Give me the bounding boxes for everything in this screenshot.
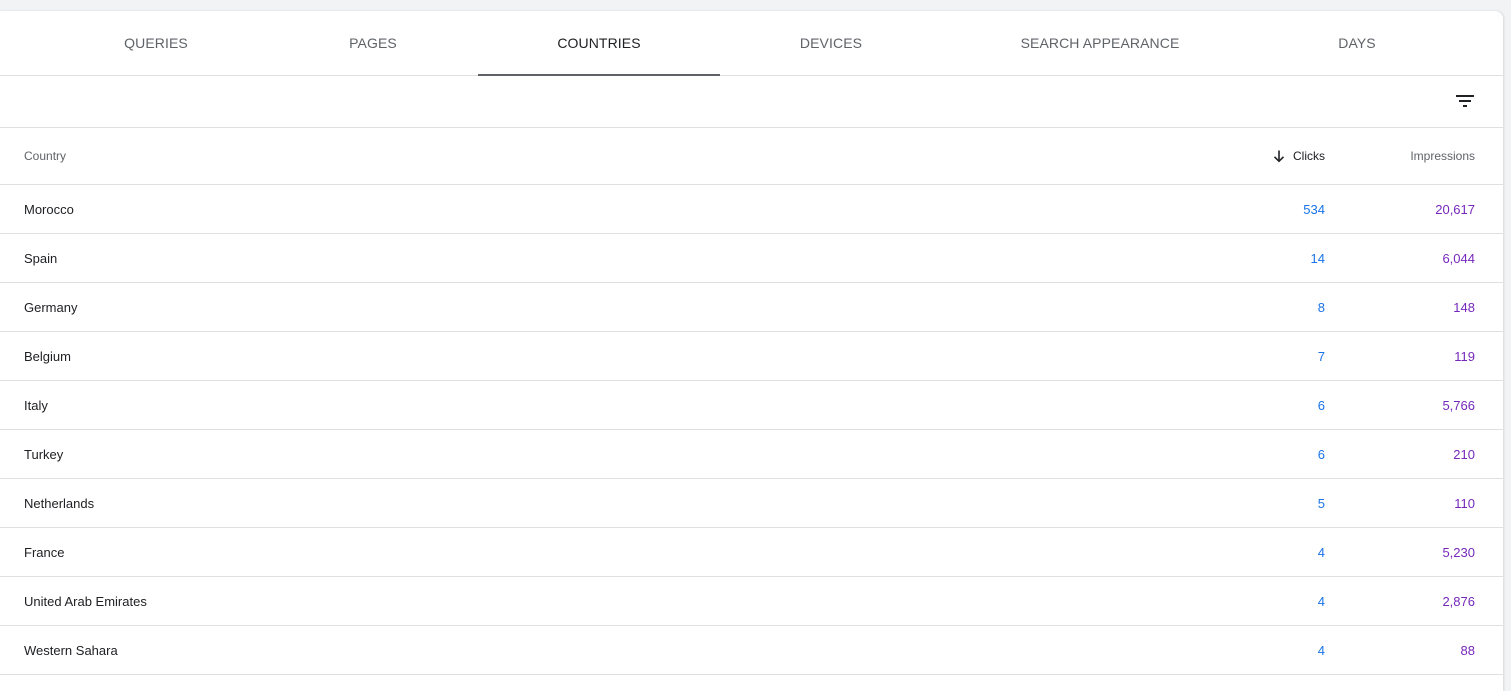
clicks-cell: 14 (1310, 250, 1325, 266)
clicks-cell: 4 (1317, 593, 1325, 609)
table-row[interactable]: France 4 5,230 (0, 528, 1503, 577)
country-cell: Belgium (24, 348, 71, 364)
table-row[interactable]: United Arab Emirates 4 2,876 (0, 577, 1503, 626)
country-cell: Spain (24, 250, 58, 266)
table-row[interactable]: Netherlands 5 110 (0, 479, 1503, 528)
dimension-tabs: QUERIES PAGES COUNTRIES DEVICES SEARCH A… (0, 11, 1503, 76)
country-cell: Italy (24, 397, 48, 413)
table-row[interactable]: Morocco 534 20,617 (0, 185, 1503, 234)
impressions-cell: 119 (1454, 348, 1475, 364)
table-row[interactable]: Belgium 7 119 (0, 332, 1503, 381)
impressions-cell: 210 (1453, 446, 1475, 462)
country-cell: Western Sahara (24, 642, 118, 658)
impressions-cell: 148 (1453, 299, 1475, 315)
impressions-cell: 110 (1454, 495, 1475, 511)
clicks-cell: 5 (1317, 495, 1325, 511)
country-cell: Morocco (24, 201, 74, 217)
clicks-cell: 7 (1317, 348, 1325, 364)
table-header: Country Clicks Impressions (0, 128, 1503, 185)
impressions-cell: 6,044 (1442, 250, 1475, 266)
filter-icon[interactable] (1453, 89, 1477, 113)
table-toolbar (0, 76, 1503, 128)
table-row[interactable]: Italy 6 5,766 (0, 381, 1503, 430)
impressions-cell: 88 (1460, 642, 1475, 658)
impressions-cell: 20,617 (1435, 201, 1475, 217)
tab-days[interactable]: DAYS (1260, 11, 1454, 75)
impressions-cell: 2,876 (1442, 593, 1475, 609)
clicks-cell: 8 (1317, 299, 1325, 315)
impressions-cell: 5,230 (1442, 544, 1475, 560)
tab-pages[interactable]: PAGES (262, 11, 484, 75)
country-cell: Turkey (24, 446, 64, 462)
clicks-cell: 6 (1317, 446, 1325, 462)
tab-devices[interactable]: DEVICES (720, 11, 942, 75)
arrow-down-icon (1272, 149, 1293, 163)
performance-card: QUERIES PAGES COUNTRIES DEVICES SEARCH A… (0, 11, 1503, 691)
clicks-cell: 534 (1303, 201, 1325, 217)
clicks-cell: 6 (1317, 397, 1325, 413)
table-row[interactable]: Turkey 6 210 (0, 430, 1503, 479)
clicks-cell: 4 (1317, 544, 1325, 560)
table-body: Morocco 534 20,617 Spain 14 6,044 German… (0, 185, 1503, 675)
column-header-country[interactable]: Country (24, 128, 66, 184)
table-row[interactable]: Spain 14 6,044 (0, 234, 1503, 283)
country-cell: Germany (24, 299, 78, 315)
clicks-header-label: Clicks (1293, 149, 1325, 163)
table-row[interactable]: Germany 8 148 (0, 283, 1503, 332)
country-cell: United Arab Emirates (24, 593, 147, 609)
clicks-cell: 4 (1317, 642, 1325, 658)
table-row[interactable]: Western Sahara 4 88 (0, 626, 1503, 675)
country-cell: Netherlands (24, 495, 95, 511)
tab-search-appearance[interactable]: SEARCH APPEARANCE (980, 11, 1220, 75)
impressions-cell: 5,766 (1442, 397, 1475, 413)
tab-countries[interactable]: COUNTRIES (478, 11, 720, 75)
tab-queries[interactable]: QUERIES (44, 11, 268, 75)
column-header-impressions[interactable]: Impressions (1410, 128, 1475, 184)
country-cell: France (24, 544, 65, 560)
column-header-clicks[interactable]: Clicks (1272, 128, 1325, 184)
